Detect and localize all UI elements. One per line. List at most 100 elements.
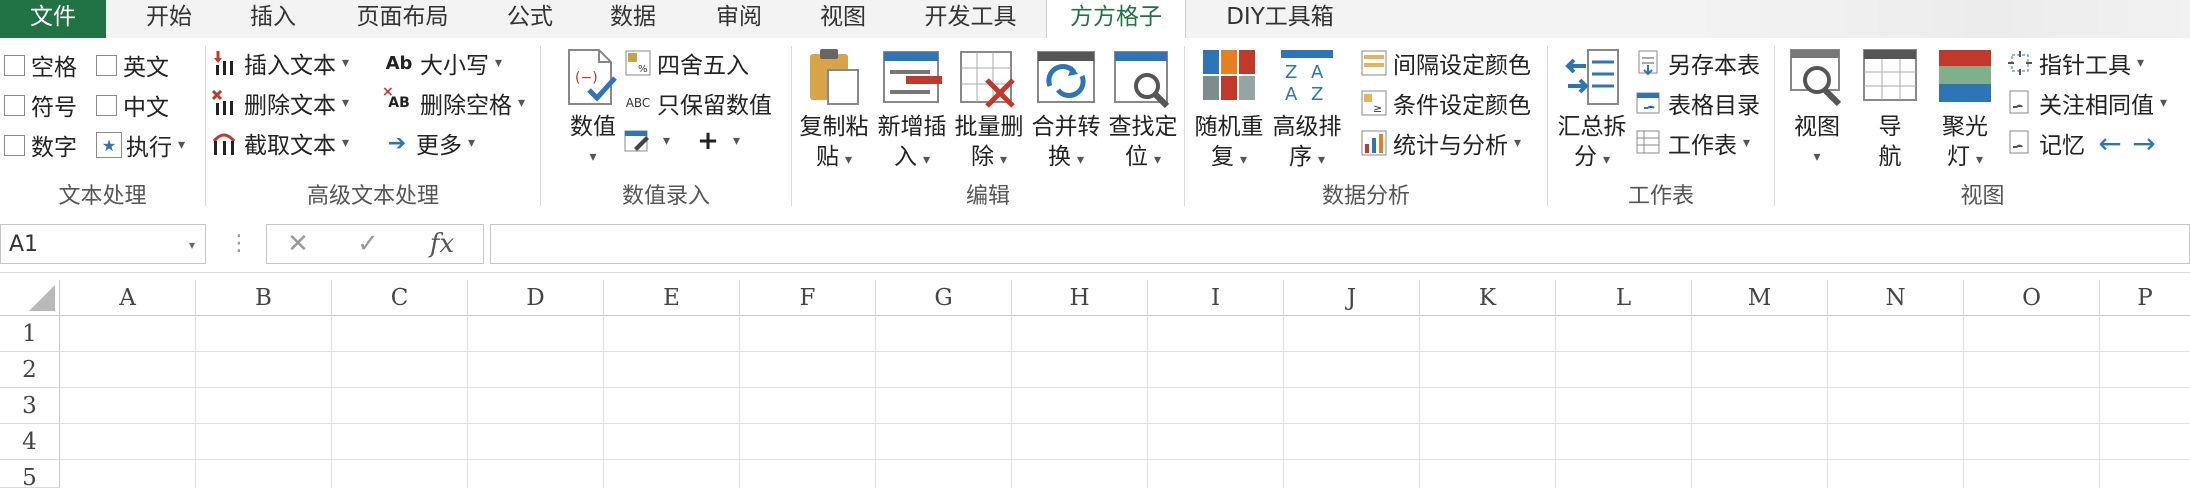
statistics-button[interactable]: 统计与分析 ▾ xyxy=(1359,126,1521,160)
interval-color-button[interactable]: 间隔设定颜色 xyxy=(1359,46,1531,80)
insert-text-button[interactable]: 插入文本 ▾ xyxy=(210,46,349,80)
spotlight-button[interactable]: 聚光 灯 ▾ xyxy=(1925,46,2005,175)
chevron-down-icon: ▾ xyxy=(1743,135,1751,151)
arrow-left-icon[interactable]: ← xyxy=(2095,127,2125,160)
cancel-icon[interactable]: ✕ xyxy=(273,225,323,263)
table-directory-button[interactable]: 表格目录 xyxy=(1634,86,1760,120)
execute-button[interactable]: ★ 执行 ▾ xyxy=(96,128,185,162)
tab-fangfang[interactable]: 方方格子 xyxy=(1046,0,1186,39)
row-header-1[interactable]: 1 xyxy=(0,316,60,352)
tab-formulas[interactable]: 公式 xyxy=(490,0,570,38)
group-data-analysis: 随机重 复 ▾ ZAAZ 高级排 序 ▾ 间隔设定颜色 ≥ 条件设定颜色 统计与分析… xyxy=(1185,38,1547,214)
delete-text-button[interactable]: 删除文本 ▾ xyxy=(210,86,349,120)
confirm-icon[interactable]: ✓ xyxy=(343,225,393,263)
group-worksheet: 汇总拆 分 ▾ 另存本表 表格目录 工作表 ▾ 工作表 xyxy=(1548,38,1774,214)
column-header-p[interactable]: P xyxy=(2100,280,2190,316)
select-all-corner[interactable] xyxy=(0,280,60,316)
checkbox-english[interactable]: 英文 xyxy=(96,48,169,82)
column-header-k[interactable]: K xyxy=(1420,280,1556,316)
random-repeat-button[interactable]: 随机重 复 ▾ xyxy=(1189,46,1269,175)
checkbox-chinese[interactable]: 中文 xyxy=(96,88,169,122)
chevron-down-icon: ▾ xyxy=(999,152,1008,168)
arrow-right-icon[interactable]: → xyxy=(2129,127,2159,160)
chevron-down-icon: ▾ xyxy=(1076,152,1085,168)
row-header-3[interactable]: 3 xyxy=(0,388,60,424)
column-header-n[interactable]: N xyxy=(1828,280,1964,316)
chevron-down-icon: ▾ xyxy=(844,152,853,168)
column-header-j[interactable]: J xyxy=(1284,280,1420,316)
more-button[interactable]: ➔ 更多 ▾ xyxy=(382,126,475,160)
find-locate-button[interactable]: 查找定 位 ▾ xyxy=(1103,46,1183,175)
view-search-icon xyxy=(1787,46,1847,107)
summary-split-button[interactable]: 汇总拆 分 ▾ xyxy=(1552,46,1632,175)
column-header-e[interactable]: E xyxy=(604,280,740,316)
extract-text-button[interactable]: 截取文本 ▾ xyxy=(210,126,349,160)
column-header-c[interactable]: C xyxy=(332,280,468,316)
insert-function-icon[interactable]: fx xyxy=(417,225,467,263)
tab-developer[interactable]: 开发工具 xyxy=(908,0,1033,38)
checkbox-symbol[interactable]: 符号 xyxy=(4,88,77,122)
save-sheet-button[interactable]: 另存本表 xyxy=(1634,46,1760,80)
formula-input[interactable] xyxy=(490,224,2190,264)
group-text-processing: 空格 英文 符号 中文 数字 ★ 执行 ▾ 文本处理 xyxy=(0,38,205,214)
copy-paste-button[interactable]: 复制粘 贴 ▾ xyxy=(794,46,874,175)
tab-insert[interactable]: 插入 xyxy=(230,0,316,38)
edit-form-button[interactable]: ▾ xyxy=(623,126,670,156)
column-header-h[interactable]: H xyxy=(1012,280,1148,316)
tab-home[interactable]: 开始 xyxy=(126,0,212,38)
chevron-down-icon: ▾ xyxy=(1239,152,1248,168)
group-label: 数值录入 xyxy=(621,184,710,209)
column-header-b[interactable]: B xyxy=(196,280,332,316)
svg-text:A: A xyxy=(1311,62,1324,83)
tab-view[interactable]: 视图 xyxy=(800,0,886,38)
remove-space-button[interactable]: × AB 删除空格 ▾ xyxy=(382,84,525,120)
name-box[interactable]: A1 ▾ xyxy=(0,224,206,264)
memory-button[interactable]: 记忆 ← → xyxy=(2005,126,2163,160)
clipboard-icon xyxy=(804,46,864,106)
star-icon: ★ xyxy=(96,132,122,158)
round-icon: % xyxy=(623,48,653,78)
round-button[interactable]: % 四舍五入 xyxy=(623,46,749,80)
plus-button[interactable]: + ▾ xyxy=(693,126,740,156)
column-header-o[interactable]: O xyxy=(1964,280,2100,316)
merge-convert-button[interactable]: 合并转 换 ▾ xyxy=(1026,46,1106,175)
tab-review[interactable]: 审阅 xyxy=(696,0,782,38)
worksheet-button[interactable]: 工作表 ▾ xyxy=(1634,126,1750,160)
chevron-down-icon: ▾ xyxy=(1813,149,1821,165)
ribbon: 空格 英文 符号 中文 数字 ★ 执行 ▾ 文本处理 插入文本 ▾ 删除文本 ▾ 截取… xyxy=(0,38,2190,215)
case-icon: Ab xyxy=(385,52,413,74)
column-header-g[interactable]: G xyxy=(876,280,1012,316)
column-header-a[interactable]: A xyxy=(60,280,196,316)
batch-delete-button[interactable]: 批量删 除 ▾ xyxy=(949,46,1029,175)
keep-values-button[interactable]: ABC 只保留数值 xyxy=(623,86,772,120)
row-header-2[interactable]: 2 xyxy=(0,352,60,388)
row-header-4[interactable]: 4 xyxy=(0,424,60,460)
column-header-i[interactable]: I xyxy=(1148,280,1284,316)
case-button[interactable]: Ab 大小写 ▾ xyxy=(382,46,502,80)
condition-color-button[interactable]: ≥ 条件设定颜色 xyxy=(1359,86,1531,120)
insert-new-button[interactable]: 新增插 入 ▾ xyxy=(872,46,952,175)
cell-grid[interactable] xyxy=(60,316,2190,488)
advanced-sort-button[interactable]: ZAAZ 高级排 序 ▾ xyxy=(1267,46,1347,175)
tab-page-layout[interactable]: 页面布局 xyxy=(340,0,465,38)
checkbox-space[interactable]: 空格 xyxy=(4,48,77,82)
formula-bar-splitter-icon[interactable]: ⋮ xyxy=(228,224,250,264)
number-button[interactable]: (−) 数值 ▾ xyxy=(553,46,633,172)
tab-file[interactable]: 文件 xyxy=(0,0,106,38)
view-button[interactable]: 视图 ▾ xyxy=(1779,46,1855,172)
column-header-d[interactable]: D xyxy=(468,280,604,316)
checkbox-number[interactable]: 数字 xyxy=(4,128,77,162)
statistics-icon xyxy=(1359,128,1389,158)
insert-rows-icon xyxy=(882,46,942,106)
navigation-button[interactable]: 导 航 xyxy=(1855,46,1925,172)
column-header-f[interactable]: F xyxy=(740,280,876,316)
focus-same-value-button[interactable]: 关注相同值 ▾ xyxy=(2005,86,2167,120)
row-header-5[interactable]: 5 xyxy=(0,460,60,491)
column-header-l[interactable]: L xyxy=(1556,280,1692,316)
tab-diy-toolbox[interactable]: DIY工具箱 xyxy=(1210,0,1350,38)
memory-icon xyxy=(2005,128,2035,158)
column-header-m[interactable]: M xyxy=(1692,280,1828,316)
tab-data[interactable]: 数据 xyxy=(590,0,676,38)
pointer-tool-button[interactable]: 指针工具 ▾ xyxy=(2005,46,2144,80)
checkbox-icon xyxy=(4,134,25,156)
